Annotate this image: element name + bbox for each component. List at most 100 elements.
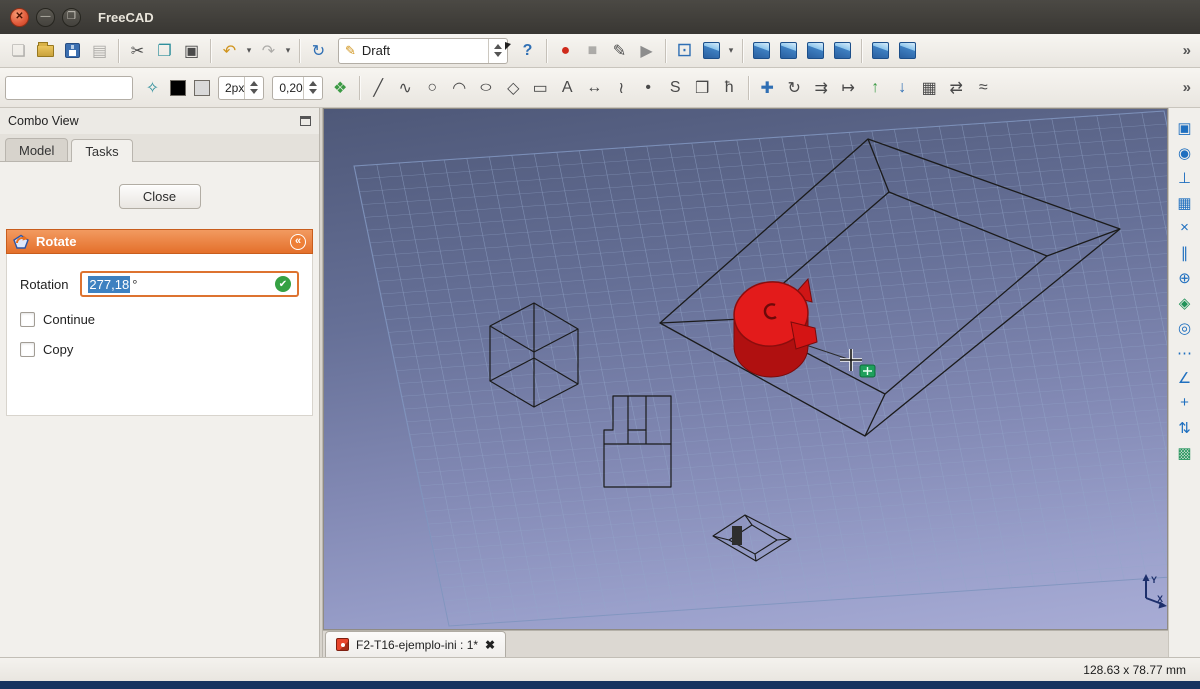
print-button[interactable]: ▤ [86,38,113,64]
window-close-button[interactable]: ✕ [10,7,29,27]
line-width-spinner[interactable] [244,76,263,99]
snap-intersection-button[interactable]: × [1173,216,1197,239]
redo-dropdown[interactable]: ▾ [282,45,294,56]
macro-execute-button[interactable]: ▶ [633,38,660,64]
draft-dimension-button[interactable]: ↔ [581,75,608,101]
snap-center-button[interactable]: ◎ [1173,316,1197,339]
line-color-swatch[interactable] [170,79,186,96]
save-document-button[interactable] [59,38,86,64]
draft-polygon-button[interactable]: ◇ [500,75,527,101]
snap-ortho-button[interactable]: ⇅ [1173,416,1197,439]
text-size-spinbox[interactable]: 0,20 [272,75,323,100]
combo-view-panel: Combo View Model Tasks Close Rotate « Ro… [0,108,319,657]
continue-checkbox[interactable] [20,312,35,327]
snap-parallel-button[interactable]: ∥ [1173,241,1197,264]
draft-workbench-icon: ✎ [345,42,356,58]
view-right-button[interactable] [802,38,829,64]
line-width-spinbox[interactable]: 2px [218,75,265,100]
rotate-task-header[interactable]: Rotate « [6,229,313,254]
draft-rectangle-button[interactable]: ▭ [527,75,554,101]
snap-lock-button[interactable]: ▣ [1173,116,1197,139]
snap-grid-button[interactable]: ▦ [1173,191,1197,214]
draft-polyline-button[interactable]: ∿ [392,75,419,101]
undo-dropdown[interactable]: ▾ [243,45,255,56]
draft-line-button[interactable]: ╱ [365,75,392,101]
folder-icon [37,41,54,57]
snap-angle-button[interactable]: ∠ [1173,366,1197,389]
title-bar: ✕ — ❐ FreeCAD [0,0,1200,34]
draft-move-button[interactable]: ✚ [754,75,781,101]
undo-button[interactable]: ↶ [216,38,243,64]
task-title: Rotate [36,234,77,249]
snap-perpendicular-button[interactable]: ⊥ [1173,166,1197,189]
draft-mirror-button[interactable]: ⇄ [943,75,970,101]
draft-arc-button[interactable]: ◠ [446,75,473,101]
draft-point-button[interactable]: • [635,75,662,101]
floppy-icon [65,43,80,58]
snap-working-plane-button[interactable]: ▩ [1173,441,1197,464]
redo-button[interactable]: ↷ [255,38,282,64]
workbench-selector[interactable]: ✎ Draft [338,37,508,64]
draft-circle-button[interactable]: ○ [419,75,446,101]
zoom-fit-all-button[interactable]: ⊡ [671,38,698,64]
snap-near-button[interactable]: + [1173,391,1197,414]
whats-this-button[interactable]: ? [505,38,541,64]
view-front-button[interactable] [748,38,775,64]
snap-special-button[interactable]: ◈ [1173,291,1197,314]
open-document-button[interactable] [32,38,59,64]
document-tab-close-icon[interactable]: ✖ [485,638,495,652]
refresh-button[interactable]: ↻ [305,38,332,64]
view-rear-button[interactable] [829,38,856,64]
construction-mode-button[interactable]: ✧ [139,75,166,101]
macro-edit-button[interactable]: ✎ [606,38,633,64]
snap-extension-button[interactable]: ⋯ [1173,341,1197,364]
draft-offset-button[interactable]: ⇉ [808,75,835,101]
separator [210,38,211,63]
draft-shapestring-button[interactable]: S [662,75,689,101]
draft-ellipse-button[interactable]: ○ [473,75,500,101]
snap-endpoint-button[interactable]: ◉ [1173,141,1197,164]
document-tab[interactable]: F2-T16-ejemplo-ini : 1* ✖ [325,631,507,657]
autogroup-button[interactable]: ❖ [327,75,354,101]
macro-stop-button[interactable]: ■ [579,38,606,64]
copy-button[interactable]: ❐ [151,38,178,64]
tab-model[interactable]: Model [5,138,69,161]
paste-button[interactable]: ▣ [178,38,205,64]
tab-tasks[interactable]: Tasks [71,139,133,162]
collapse-task-icon[interactable]: « [290,233,306,250]
dock-float-icon[interactable] [300,116,311,126]
rotation-input[interactable]: 277,18 ° ✔ [80,271,299,297]
axonometric-dropdown[interactable]: ▾ [725,45,737,56]
draft-wire-to-bspline-button[interactable]: ≈ [970,75,997,101]
draft-array-button[interactable]: ▦ [916,75,943,101]
copy-checkbox[interactable] [20,342,35,357]
axis-indicator: Y X [1142,574,1167,609]
draft-downgrade-button[interactable]: ↓ [889,75,916,101]
draft-label-button[interactable]: ħ [716,75,743,101]
draft-text-button[interactable]: A [554,75,581,101]
3d-viewport[interactable]: Y X [323,108,1168,630]
view-bottom-button[interactable] [867,38,894,64]
view-left-button[interactable] [894,38,921,64]
draft-facebinder-button[interactable]: ❒ [689,75,716,101]
toolbar-overflow-button[interactable]: » [1179,79,1195,96]
cut-button[interactable]: ✂ [124,38,151,64]
window-minimize-button[interactable]: — [36,7,55,27]
spinner-up-icon [308,81,317,86]
face-color-swatch[interactable] [194,79,210,96]
snap-toolbar: ▣ ◉ ⊥ ▦ × ∥ ⊕ ◈ ◎ ⋯ ∠ + ⇅ ▩ [1168,108,1200,657]
draft-bspline-button[interactable]: ≀ [608,75,635,101]
snap-midpoint-button[interactable]: ⊕ [1173,266,1197,289]
draft-upgrade-button[interactable]: ↑ [862,75,889,101]
toolbar-overflow-button[interactable]: » [1179,42,1195,59]
draft-trim-button[interactable]: ↦ [835,75,862,101]
draft-command-input[interactable] [5,75,133,100]
view-top-button[interactable] [775,38,802,64]
text-size-spinner[interactable] [302,76,322,99]
window-maximize-button[interactable]: ❐ [62,7,81,27]
draft-rotate-button[interactable]: ↻ [781,75,808,101]
new-document-button[interactable]: ❏ [5,38,32,64]
close-task-button[interactable]: Close [118,184,201,209]
macro-record-button[interactable]: ● [552,38,579,64]
view-axonometric-button[interactable] [698,38,725,64]
